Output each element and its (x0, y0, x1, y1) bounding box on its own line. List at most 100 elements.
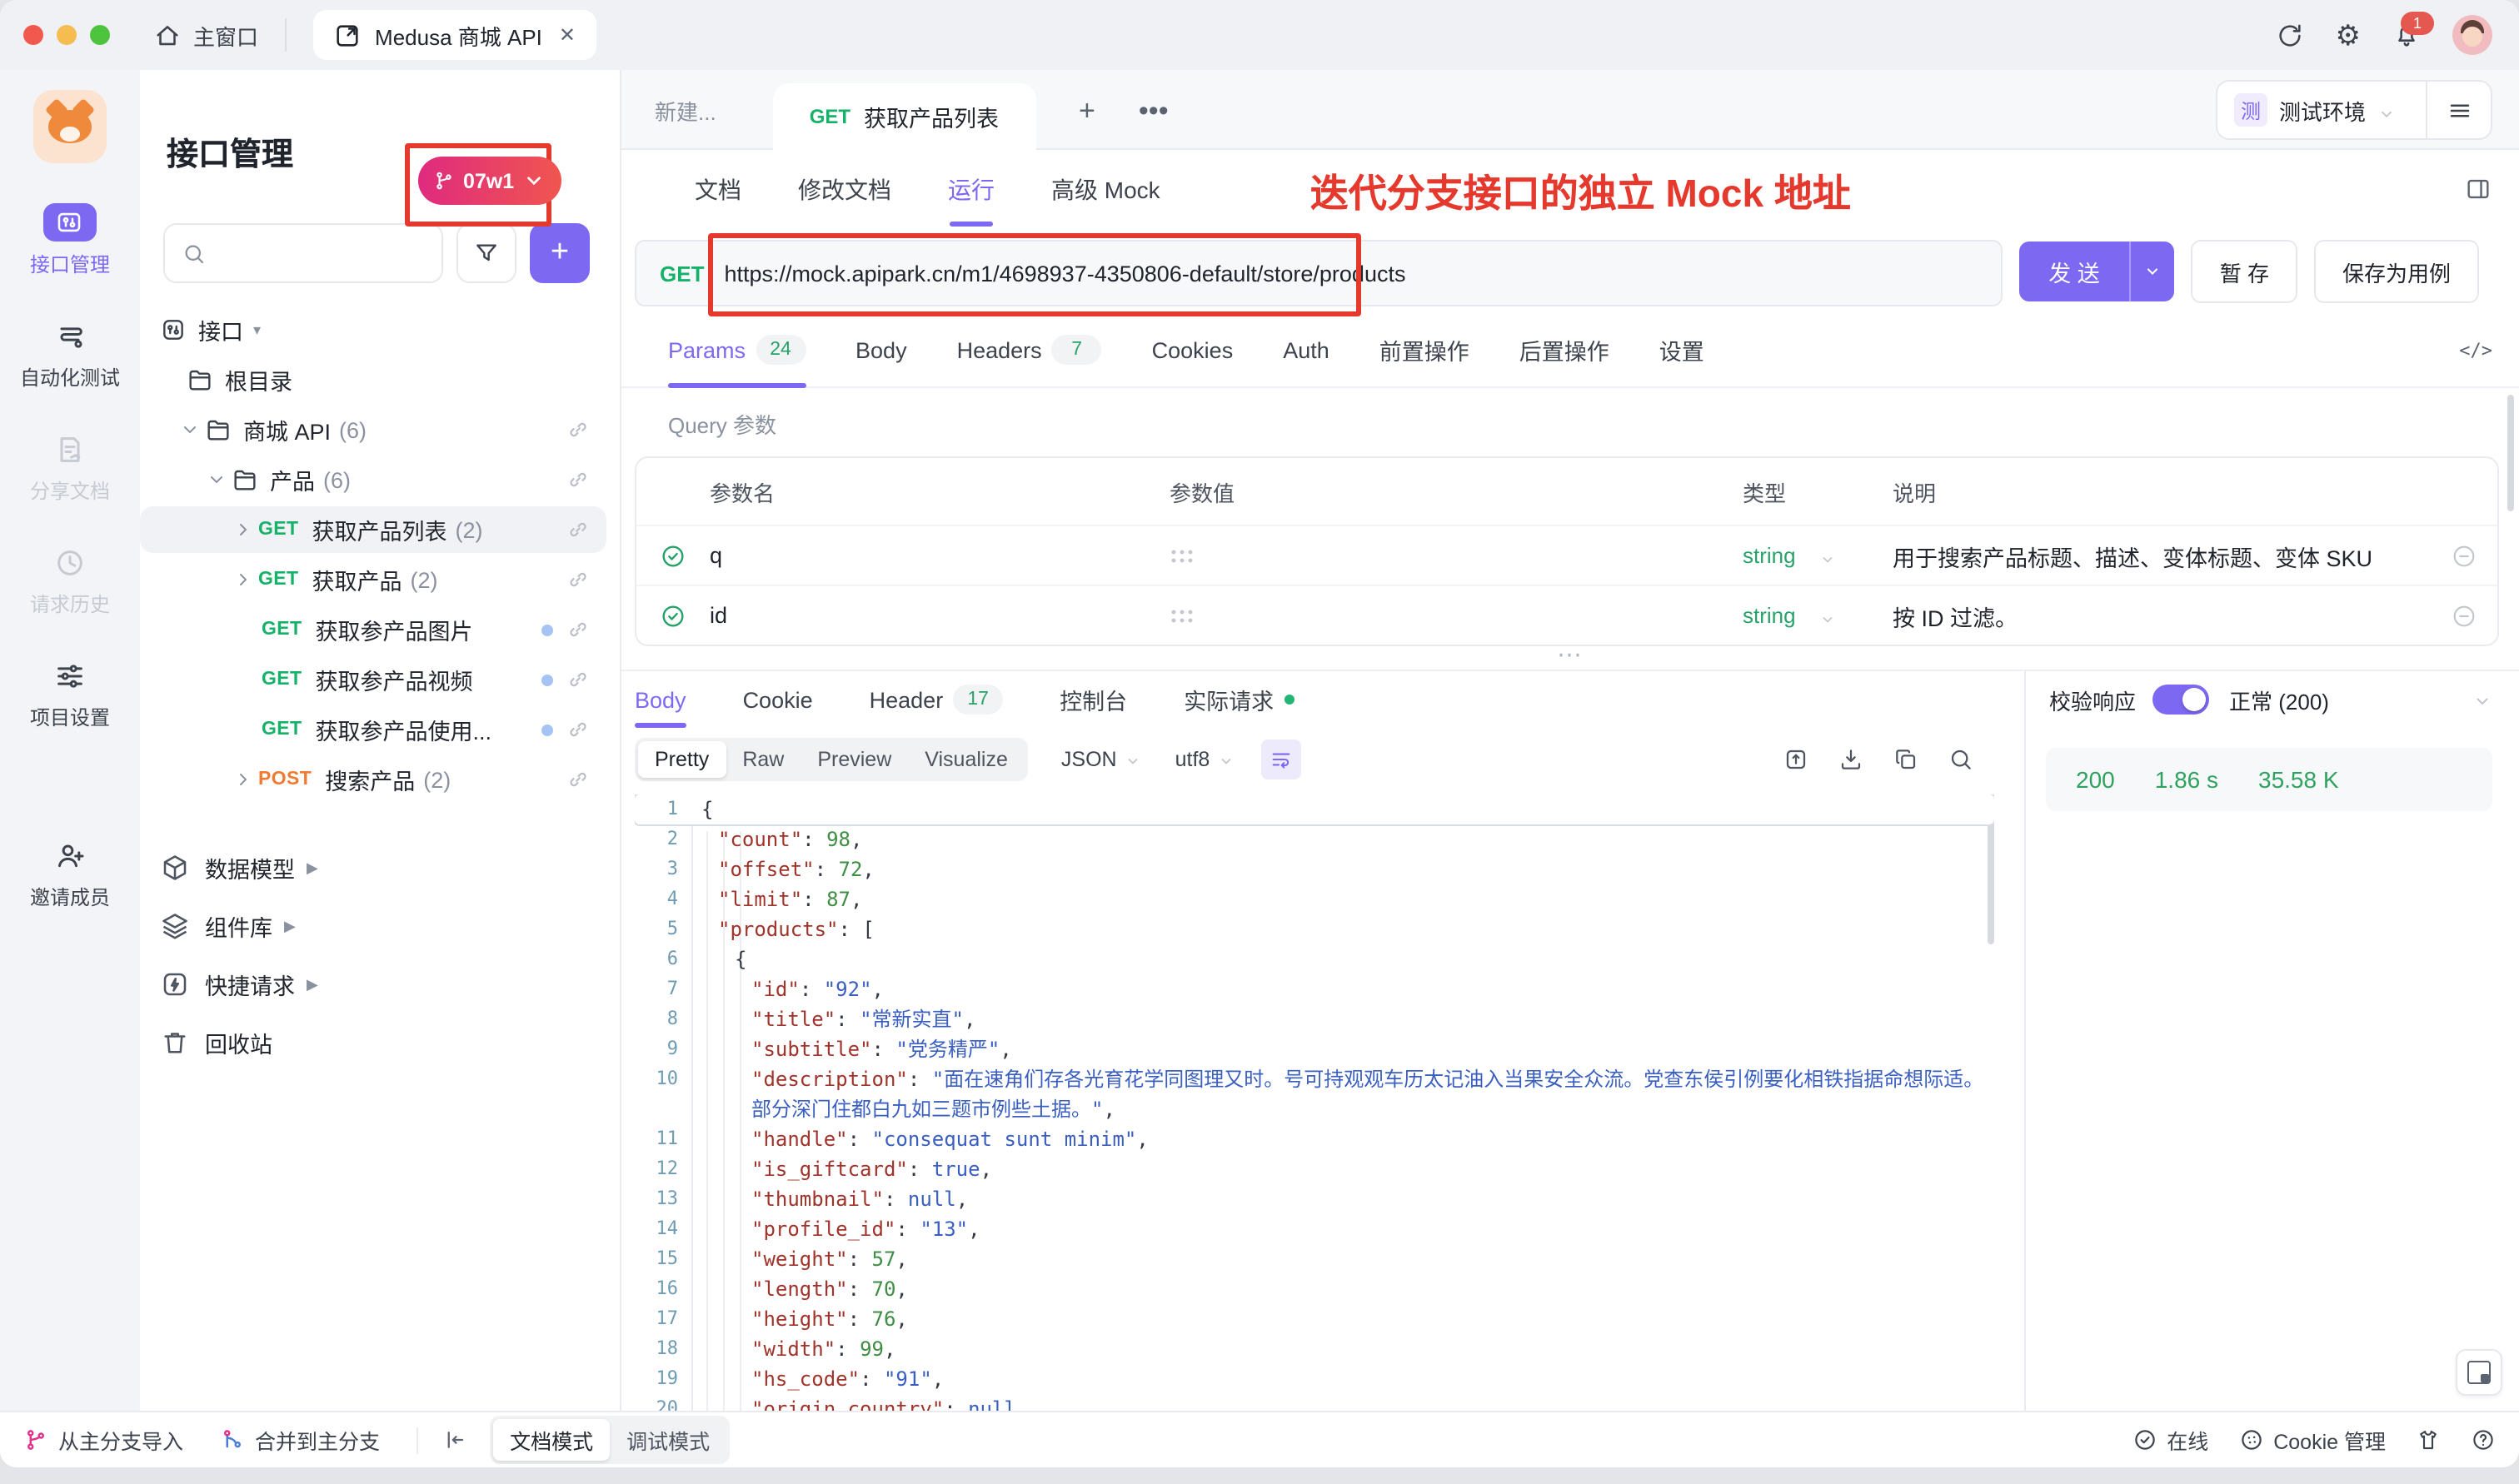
encoding-select[interactable]: utf8 (1175, 748, 1235, 771)
environment-selector[interactable]: 测 测试环境 (2216, 80, 2492, 140)
param-type[interactable]: string (1743, 603, 1796, 628)
notifications-button[interactable]: 1 (2392, 21, 2421, 49)
pane-splitter[interactable]: ⋯ (621, 646, 2519, 671)
chevron-down-icon[interactable] (2472, 690, 2492, 710)
sidebar-section-组件库[interactable]: 组件库▶ (140, 901, 620, 951)
rail-item-share-docs[interactable]: 分享文档 (30, 431, 110, 505)
code-line[interactable]: 3"offset": 72, (635, 854, 1994, 884)
download-icon[interactable] (1838, 746, 1864, 773)
tree-item[interactable]: 商城 API(6) (140, 406, 606, 453)
main-window-tab[interactable]: 主窗口 (153, 19, 258, 51)
param-description[interactable]: 按 ID 过滤。 (1893, 599, 2431, 632)
tab-doc[interactable]: 文档 (695, 150, 741, 230)
code-line[interactable]: 1{ (635, 794, 1994, 824)
rail-item-invite-member[interactable]: 邀请成员 (30, 838, 110, 911)
tree-item[interactable]: GET获取产品列表(2) (140, 506, 606, 553)
close-window-button[interactable] (23, 25, 43, 45)
tree-item[interactable]: GET获取产品(2) (140, 556, 606, 603)
tab-auth[interactable]: Auth (1283, 313, 1329, 386)
filter-button[interactable] (456, 223, 516, 283)
view-raw[interactable]: Raw (726, 741, 801, 778)
code-line[interactable]: 9"subtitle": "党务精严", (635, 1034, 1994, 1064)
code-line[interactable]: 13"thumbnail": null, (635, 1184, 1994, 1214)
code-line[interactable]: 5"products": [ (635, 914, 1994, 944)
remove-param-icon[interactable] (2431, 602, 2497, 629)
tree-group-apis[interactable]: 接口▾ (140, 306, 606, 353)
stash-button[interactable]: 暂 存 (2192, 240, 2297, 303)
tab-response-header[interactable]: Header17 (870, 671, 1004, 728)
tree-item[interactable]: GET获取参产品使用... (140, 706, 606, 753)
sidebar-section-快捷请求[interactable]: 快捷请求▶ (140, 959, 620, 1009)
code-line[interactable]: 6{ (635, 944, 1994, 974)
environment-menu-button[interactable] (2427, 97, 2491, 122)
param-name[interactable]: id (710, 603, 1170, 628)
send-button[interactable]: 发 送 (2018, 242, 2175, 301)
param-type[interactable]: string (1743, 543, 1796, 568)
theme-icon[interactable] (2416, 1427, 2441, 1452)
response-body-viewer[interactable]: 1{2"count": 98,3"offset": 72,4"limit": 8… (635, 794, 1994, 1412)
tab-new[interactable]: 新建... (655, 94, 716, 126)
zoom-window-button[interactable] (90, 25, 110, 45)
code-line[interactable]: 4"limit": 87, (635, 884, 1994, 914)
copy-icon[interactable] (1893, 746, 1919, 773)
collapse-sidebar-icon[interactable] (441, 1427, 466, 1452)
url-input[interactable]: GET https://mock.apipark.cn/m1/4698937-4… (635, 240, 2002, 306)
sidebar-section-回收站[interactable]: 回收站 (140, 1018, 620, 1068)
tab-settings[interactable]: 设置 (1659, 313, 1704, 386)
code-line[interactable]: 14"profile_id": "13", (635, 1214, 1994, 1244)
param-description[interactable]: 用于搜索产品标题、描述、变体标题、变体 SKU (1893, 539, 2431, 572)
tab-advanced-mock[interactable]: 高级 Mock (1051, 150, 1160, 230)
code-line[interactable]: 12"is_giftcard": true, (635, 1154, 1994, 1184)
cookie-manage-button[interactable]: Cookie 管理 (2238, 1424, 2386, 1456)
code-line[interactable]: 15"weight": 57, (635, 1244, 1994, 1274)
code-line[interactable]: 19"hs_code": "91", (635, 1364, 1994, 1394)
view-visualize[interactable]: Visualize (908, 741, 1025, 778)
code-view-icon[interactable]: </> (2459, 339, 2492, 361)
tree-item[interactable]: GET获取参产品图片 (140, 606, 606, 653)
layout-toggle-button[interactable] (2456, 1349, 2502, 1396)
tab-post-actions[interactable]: 后置操作 (1519, 313, 1609, 386)
app-logo[interactable] (33, 90, 107, 163)
more-tabs-icon[interactable]: ••• (1139, 96, 1169, 124)
rail-item-api-manage[interactable]: 接口管理 (30, 203, 110, 278)
rail-item-automation[interactable]: 自动化测试 (20, 318, 120, 391)
tab-cookies[interactable]: Cookies (1152, 313, 1234, 386)
code-line[interactable]: 18"width": 99, (635, 1334, 1994, 1364)
tree-item[interactable]: GET获取参产品视频 (140, 656, 606, 703)
environment-current[interactable]: 测 测试环境 (2217, 93, 2412, 127)
format-select[interactable]: JSON (1061, 748, 1142, 771)
save-as-case-button[interactable]: 保存为用例 (2314, 240, 2479, 303)
tab-params[interactable]: Params24 (668, 313, 806, 386)
drag-handle-icon[interactable] (1170, 548, 1193, 563)
tab-api-active[interactable]: GET 获取产品列表 (773, 83, 1035, 150)
enabled-check-icon[interactable] (660, 542, 686, 569)
avatar[interactable] (2452, 15, 2492, 55)
help-icon[interactable] (2471, 1427, 2496, 1452)
code-line[interactable]: 20"origin_country": null, (635, 1394, 1994, 1412)
online-status[interactable]: 在线 (2132, 1424, 2208, 1456)
project-window-tab[interactable]: Medusa 商城 API ✕ (313, 10, 596, 60)
tab-headers[interactable]: Headers7 (957, 313, 1102, 386)
merge-to-main-button[interactable]: 合并到主分支 (220, 1424, 380, 1456)
doc-mode-button[interactable]: 文档模式 (493, 1419, 610, 1461)
splitter-handle-icon[interactable]: ⋯ (1557, 640, 1584, 670)
scrollbar-thumb[interactable] (2507, 395, 2514, 511)
code-line[interactable]: 11"handle": "consequat sunt minim", (635, 1124, 1994, 1154)
minimize-window-button[interactable] (57, 25, 77, 45)
search-input[interactable] (163, 223, 443, 283)
word-wrap-button[interactable] (1261, 740, 1301, 779)
gear-icon[interactable]: ⚙ (2336, 21, 2362, 49)
search-icon[interactable] (1948, 746, 1974, 773)
split-panel-icon[interactable] (2464, 175, 2492, 203)
send-button-label[interactable]: 发 送 (2018, 242, 2130, 301)
close-icon[interactable]: ✕ (559, 23, 576, 47)
tab-console[interactable]: 控制台 (1060, 671, 1127, 728)
debug-mode-button[interactable]: 调试模式 (610, 1419, 726, 1461)
tab-actual-request[interactable]: 实际请求 (1184, 671, 1294, 728)
code-line[interactable]: 8"title": "常新实直", (635, 1004, 1994, 1034)
tab-response-cookie[interactable]: Cookie (743, 671, 813, 728)
code-line[interactable]: 7"id": "92", (635, 974, 1994, 1004)
tab-pre-actions[interactable]: 前置操作 (1379, 313, 1469, 386)
code-line[interactable]: 2"count": 98, (635, 824, 1994, 854)
enabled-check-icon[interactable] (660, 602, 686, 629)
